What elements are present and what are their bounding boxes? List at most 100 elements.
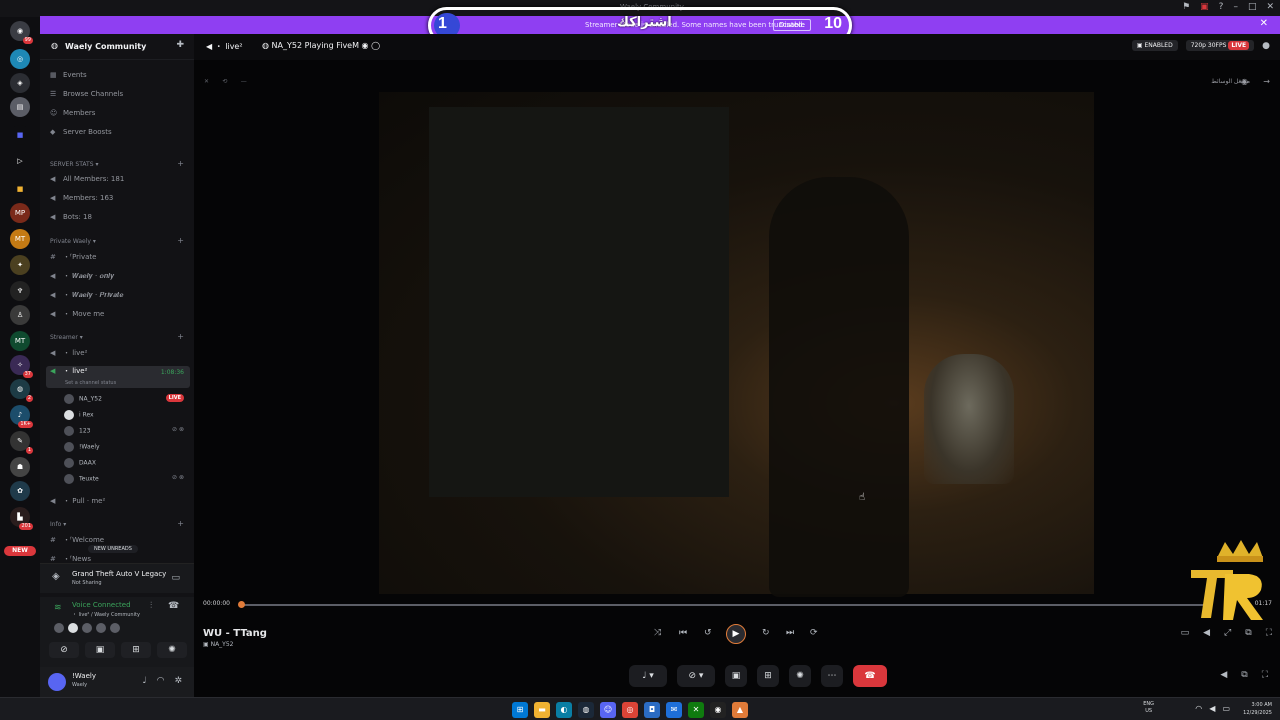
- camera-button[interactable]: ⊘ ▾: [677, 665, 715, 687]
- add-channel-icon[interactable]: +: [177, 159, 184, 168]
- sidebar-item-events[interactable]: ▦ Events: [50, 71, 87, 79]
- server-icon[interactable]: ✦: [10, 255, 30, 275]
- repeat-icon[interactable]: ⟳: [810, 628, 818, 638]
- sidebar-item-members[interactable]: ☺ Members: [50, 109, 95, 117]
- help-icon[interactable]: ?: [1219, 2, 1224, 12]
- battery-icon[interactable]: ▭: [1222, 704, 1230, 713]
- server-icon[interactable]: ☗: [10, 457, 30, 477]
- headphones-icon[interactable]: ◠: [157, 676, 165, 686]
- voice-channel[interactable]: ◀ ・ live²: [50, 348, 87, 358]
- new-unreads-button[interactable]: NEW UNREADS: [88, 545, 138, 553]
- user-avatar[interactable]: [48, 673, 66, 691]
- add-channel-icon[interactable]: +: [177, 519, 184, 528]
- server-icon[interactable]: ◎: [10, 49, 30, 69]
- category-server-stats[interactable]: SERVER STATS ▾: [50, 161, 98, 168]
- microphone-icon[interactable]: ♩: [142, 676, 146, 686]
- speaker-volume-icon[interactable]: ◀: [1220, 670, 1227, 680]
- category-private[interactable]: Private Waely ▾: [50, 238, 96, 245]
- more-options-button[interactable]: ⋯: [821, 665, 843, 687]
- user-name[interactable]: !Waely: [72, 672, 96, 680]
- soundboard-button[interactable]: ✺: [789, 665, 811, 687]
- screen-share-icon[interactable]: ▣: [85, 642, 115, 658]
- chrome-icon[interactable]: ◎: [622, 702, 638, 718]
- leave-call-button[interactable]: ☎: [853, 665, 887, 687]
- sidebar-item-boosts[interactable]: ◆ Server Boosts: [50, 128, 112, 136]
- wifi-icon[interactable]: ◠: [1195, 704, 1202, 713]
- forward-icon[interactable]: ↻: [762, 628, 770, 638]
- voice-user[interactable]: NA_Y52: [64, 394, 102, 404]
- play-button[interactable]: ▶: [726, 624, 746, 644]
- edge-icon[interactable]: ◐: [556, 702, 572, 718]
- server-icon[interactable]: ✎ 1: [10, 431, 33, 454]
- fullscreen-exit-icon[interactable]: ⛶: [1262, 670, 1268, 680]
- volume-tray-icon[interactable]: ◀: [1209, 704, 1215, 713]
- category-streamer[interactable]: Streamer ▾: [50, 334, 83, 341]
- inbox-red-icon[interactable]: ▣: [1200, 2, 1209, 12]
- voice-channel[interactable]: ◀ Bots: 18: [50, 213, 92, 221]
- language-indicator[interactable]: ENG US: [1143, 701, 1154, 715]
- folder-icon[interactable]: ■: [10, 125, 30, 145]
- voice-user[interactable]: i Rex: [64, 410, 94, 420]
- start-icon[interactable]: ⊞: [512, 702, 528, 718]
- server-icon[interactable]: ▙ 201: [10, 507, 33, 530]
- server-icon[interactable]: ◍ 2: [10, 379, 33, 402]
- stream-video[interactable]: [379, 92, 1094, 597]
- server-icon[interactable]: ✿: [10, 481, 30, 501]
- discord-icon[interactable]: ☺: [600, 702, 616, 718]
- popout-window-icon[interactable]: ⧉: [1241, 670, 1247, 680]
- quality-badge[interactable]: 720p 30FPS LIVE: [1185, 40, 1255, 51]
- voice-user[interactable]: !Waely: [64, 442, 100, 452]
- server-icon[interactable]: ✧ 37: [10, 355, 33, 378]
- seek-track[interactable]: [242, 604, 1208, 606]
- disconnect-icon[interactable]: ☎: [168, 601, 179, 611]
- steam-icon[interactable]: ◍: [578, 702, 594, 718]
- voice-channel[interactable]: ◀ ・ 𝑾𝒂𝒆𝒍𝒚 · 𝑷𝒓𝒊𝒗𝒂𝒕𝒆: [50, 290, 123, 300]
- voice-user[interactable]: Teuxte: [64, 474, 99, 484]
- voice-user[interactable]: DAAX: [64, 458, 96, 468]
- add-channel-icon[interactable]: +: [177, 236, 184, 245]
- clock[interactable]: 3:00 AM 12/29/2025: [1243, 701, 1272, 717]
- volume-icon[interactable]: ◀: [1203, 628, 1210, 638]
- screen-share-button[interactable]: ▣: [725, 665, 747, 687]
- text-channel[interactable]: # ・ᶠPrivate: [50, 252, 96, 262]
- obs-icon[interactable]: ◉: [710, 702, 726, 718]
- server-icon[interactable]: ♙: [10, 305, 30, 325]
- seek-bar[interactable]: 00:00:00 01:17: [194, 598, 1280, 612]
- chat-icon[interactable]: ●: [1262, 41, 1270, 51]
- voice-channel[interactable]: ◀ All Members: 181: [50, 175, 124, 183]
- mail-icon[interactable]: ✉: [666, 702, 682, 718]
- soundboard-icon[interactable]: ✺: [157, 642, 187, 658]
- xbox-icon[interactable]: ✕: [688, 702, 704, 718]
- seek-handle[interactable]: [238, 601, 245, 608]
- share-screen-icon[interactable]: ▭: [171, 573, 180, 583]
- arrow-right-icon[interactable]: ◉ →: [1241, 77, 1270, 86]
- next-icon[interactable]: ⏭: [786, 628, 794, 638]
- store-icon[interactable]: ◘: [644, 702, 660, 718]
- voice-channel[interactable]: ◀ ・ Move me: [50, 309, 104, 319]
- folder-icon[interactable]: ■: [10, 179, 30, 199]
- stage-nav-icons[interactable]: ✕ ⟲ —: [204, 78, 247, 85]
- expand-icon[interactable]: ⤢: [1224, 628, 1231, 638]
- app-icon[interactable]: ▲: [732, 702, 748, 718]
- voice-channel[interactable]: ◀ ・ Pull · me²: [50, 496, 105, 506]
- maximize-icon[interactable]: □: [1248, 2, 1257, 12]
- channel-status[interactable]: Set a channel status: [65, 380, 116, 386]
- rewind-icon[interactable]: ↺: [704, 628, 712, 638]
- server-icon[interactable]: MT: [10, 331, 30, 351]
- server-icon[interactable]: ▷: [10, 151, 30, 171]
- server-header[interactable]: ◍ Waely Community ✚: [40, 34, 194, 60]
- banner-close-icon[interactable]: ✕: [1260, 18, 1268, 29]
- file-explorer-icon[interactable]: ▬: [534, 702, 550, 718]
- server-icon[interactable]: ▤: [10, 97, 30, 117]
- invite-icon[interactable]: ✚: [176, 40, 184, 50]
- close-icon[interactable]: ✕: [1266, 2, 1274, 12]
- noise-icon[interactable]: ⫶: [150, 601, 152, 611]
- settings-gear-icon[interactable]: ✲: [174, 676, 182, 686]
- add-channel-icon[interactable]: +: [177, 332, 184, 341]
- category-info[interactable]: Info ▾: [50, 521, 66, 528]
- camera-off-icon[interactable]: ⊘: [49, 642, 79, 658]
- voice-user[interactable]: 123: [64, 426, 90, 436]
- stream-title[interactable]: ◍ NA_Y52 Playing FiveM ◉ ◯: [262, 41, 380, 50]
- fullscreen-icon[interactable]: ⛶: [1266, 628, 1272, 638]
- activities-button[interactable]: ⊞: [757, 665, 779, 687]
